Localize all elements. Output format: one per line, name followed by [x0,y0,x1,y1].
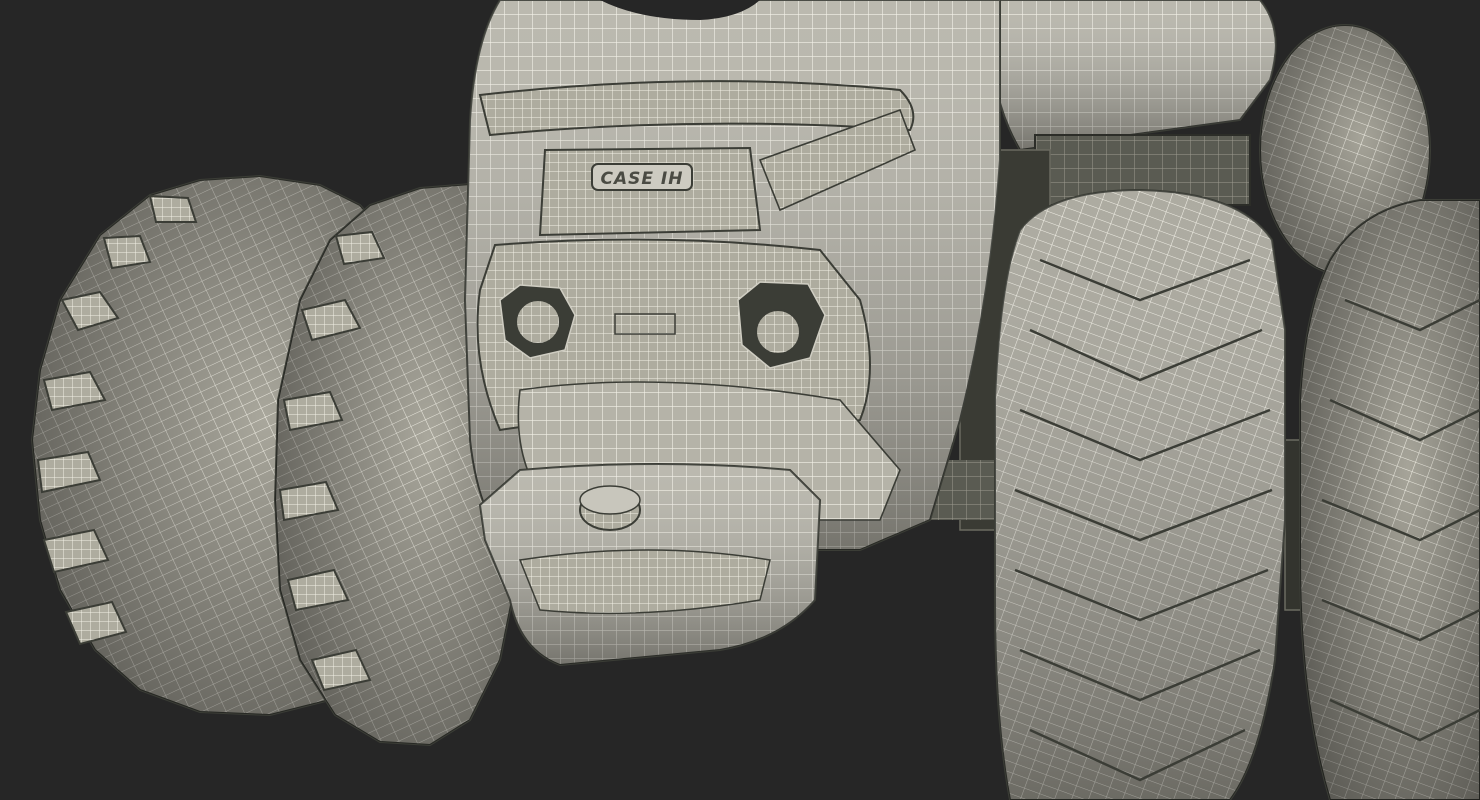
headlight-icon [515,299,561,345]
badge-icon: CASE IH [591,163,693,191]
front-right-outer-tire [1299,199,1480,800]
wireframe-scene: CASE IH [30,0,1480,800]
case-ih-logo: CASE IH [601,169,684,189]
render-viewport: CASE IH [0,0,1480,800]
headlight-icon [755,309,801,355]
front-right-tire [994,188,1286,800]
front-weight-icon [478,463,822,667]
nose-emblem [614,313,676,335]
